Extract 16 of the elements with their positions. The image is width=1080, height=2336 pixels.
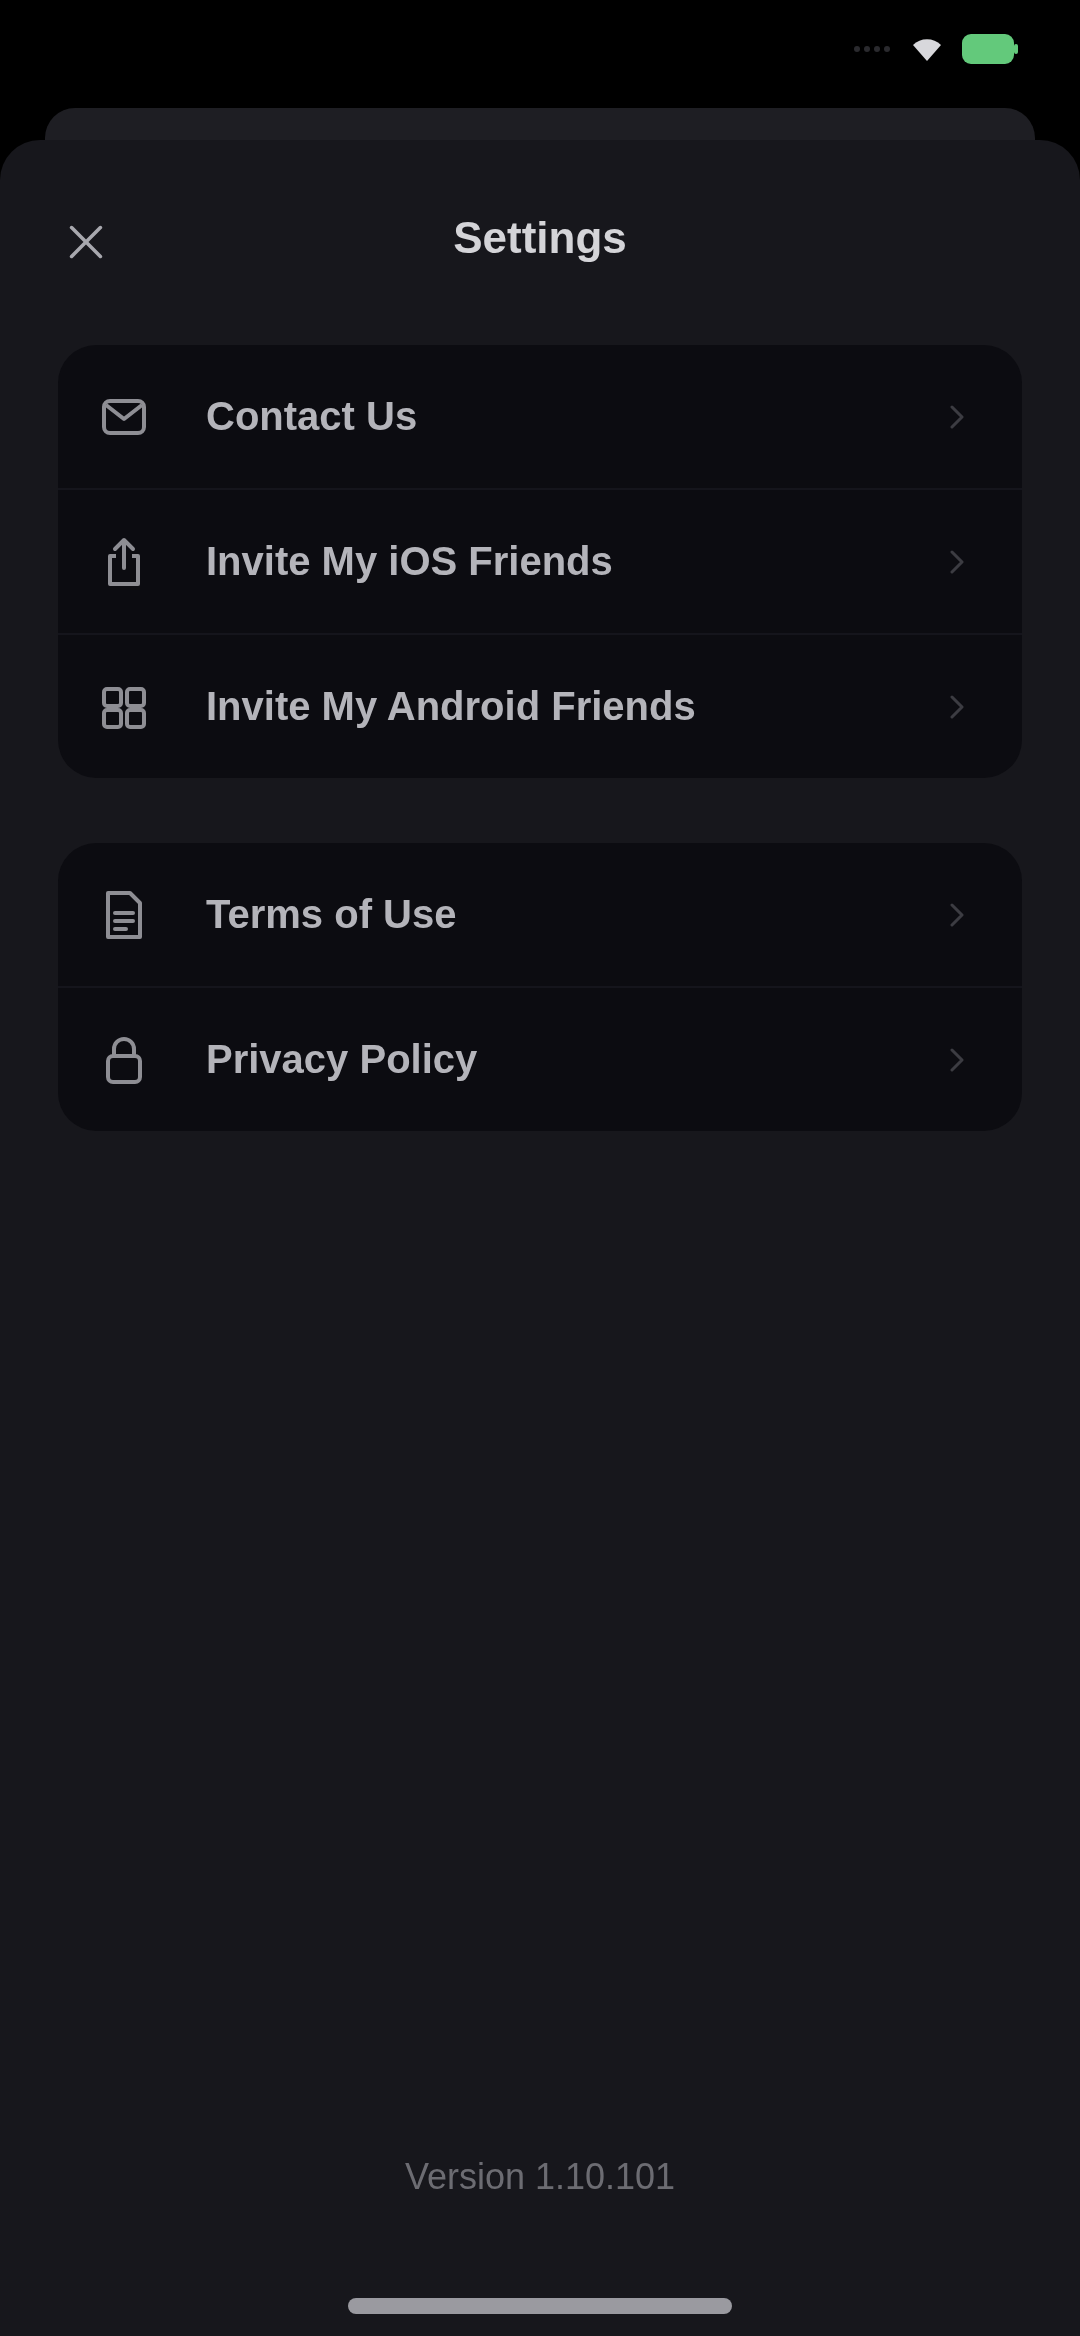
settings-row[interactable]: Terms of Use <box>58 843 1022 986</box>
wifi-icon <box>912 37 942 61</box>
signal-icon <box>852 44 892 54</box>
settings-row[interactable]: Privacy Policy <box>58 988 1022 1131</box>
chevron-right-icon <box>950 549 964 574</box>
settings-row[interactable]: Invite My Android Friends <box>58 635 1022 778</box>
chevron-right-icon <box>950 404 964 429</box>
battery-icon <box>962 34 1018 64</box>
chevron-right-icon <box>950 1047 964 1072</box>
version-text: Version 1.10.101 <box>404 2156 676 2198</box>
close-icon <box>68 224 104 260</box>
settings-row[interactable]: Contact Us <box>58 345 1022 488</box>
chevron-right-icon <box>950 902 964 927</box>
chevron-right-icon <box>950 694 964 719</box>
settings-row[interactable]: Invite My iOS Friends <box>58 490 1022 633</box>
screen-title: Settings <box>453 212 627 263</box>
